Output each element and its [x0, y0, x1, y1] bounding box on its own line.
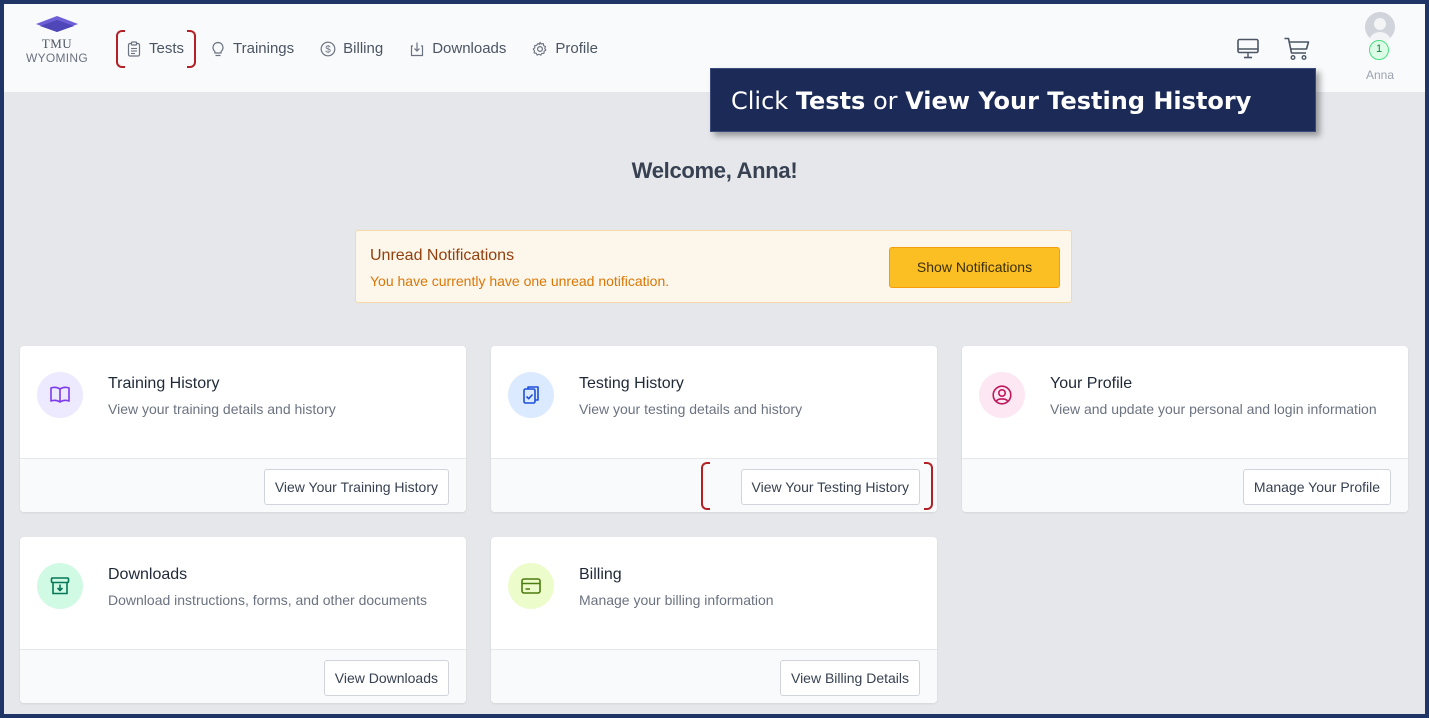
- archive-download-icon: [37, 563, 83, 609]
- download-box-icon: [411, 42, 424, 56]
- nav-label-downloads: Downloads: [432, 40, 507, 57]
- nav-label-trainings: Trainings: [233, 40, 295, 57]
- book-icon: [37, 372, 83, 418]
- user-circle-icon: [979, 372, 1025, 418]
- notification-count-badge: 1: [1369, 40, 1389, 60]
- card-title: Testing History: [579, 375, 684, 392]
- callout-middle: or: [865, 87, 906, 115]
- avatar: [1365, 12, 1395, 42]
- cart-icon[interactable]: [1283, 36, 1311, 62]
- user-silhouette-icon: [1369, 18, 1391, 42]
- view-testing-history-button[interactable]: View Your Testing History: [740, 469, 920, 505]
- callout-prefix: Click: [731, 87, 796, 115]
- clipboard-icon: [127, 40, 141, 57]
- monitor-icon[interactable]: [1236, 38, 1260, 60]
- view-billing-details-button[interactable]: View Billing Details: [779, 660, 920, 696]
- clipboard-check-icon: [508, 372, 554, 418]
- card-title: Downloads: [108, 566, 188, 583]
- nav-item-trainings[interactable]: Trainings: [210, 40, 294, 57]
- view-downloads-button[interactable]: View Downloads: [323, 660, 449, 696]
- highlight-bracket-left: [701, 462, 710, 510]
- callout-bold-history: View Your Testing History: [905, 87, 1252, 115]
- card-downloads: Downloads Download instructions, forms, …: [20, 537, 466, 703]
- unread-notifications-banner: Unread Notifications You have currently …: [355, 230, 1072, 303]
- view-training-history-button[interactable]: View Your Training History: [263, 469, 449, 505]
- user-name: Anna: [1365, 68, 1395, 82]
- lightbulb-icon: [212, 41, 224, 56]
- logo[interactable]: TMU WYOMING: [22, 16, 92, 65]
- card-title: Training History: [108, 375, 220, 392]
- card-description: View your training details and history: [108, 401, 336, 417]
- card-training-history: Training History View your training deta…: [20, 346, 466, 512]
- nav-item-profile[interactable]: Profile: [532, 40, 598, 57]
- notification-title: Unread Notifications: [370, 247, 515, 264]
- nav-label-tests: Tests: [149, 40, 185, 57]
- welcome-heading: Welcome, Anna!: [631, 158, 798, 183]
- logo-line-1: TMU: [41, 36, 73, 51]
- app-frame: TMU WYOMING Tests Trainings $ Billing Do…: [0, 0, 1429, 718]
- main-nav: Tests Trainings $ Billing Downloads Prof…: [126, 40, 624, 57]
- nav-label-profile: Profile: [555, 40, 598, 57]
- card-title: Billing: [579, 566, 622, 583]
- credit-card-icon: [508, 563, 554, 609]
- card-title: Your Profile: [1050, 375, 1133, 392]
- gear-icon: [533, 41, 547, 56]
- dollar-circle-icon: $: [320, 41, 336, 56]
- show-notifications-button[interactable]: Show Notifications: [889, 247, 1060, 288]
- card-description: Manage your billing information: [579, 592, 774, 608]
- highlight-bracket-right: [187, 30, 196, 68]
- highlight-bracket-left: [116, 30, 125, 68]
- card-description: Download instructions, forms, and other …: [108, 592, 428, 608]
- card-testing-history: Testing History View your testing detail…: [491, 346, 937, 512]
- nav-item-billing[interactable]: $ Billing: [320, 40, 383, 57]
- nav-item-tests[interactable]: Tests: [126, 40, 184, 57]
- callout-bold-tests: Tests: [795, 87, 866, 115]
- highlight-bracket-right: [924, 462, 933, 510]
- notification-message: You have currently have one unread notif…: [370, 273, 670, 289]
- logo-line-2: WYOMING: [25, 51, 89, 65]
- card-description: View and update your personal and login …: [1050, 401, 1377, 417]
- card-description: View your testing details and history: [579, 401, 803, 417]
- nav-item-downloads[interactable]: Downloads: [409, 40, 506, 57]
- svg-text:$: $: [325, 44, 331, 55]
- nav-label-billing: Billing: [343, 40, 384, 57]
- user-avatar[interactable]: [1360, 12, 1400, 42]
- card-billing: Billing Manage your billing information …: [491, 537, 937, 703]
- manage-your-profile-button[interactable]: Manage Your Profile: [1242, 469, 1391, 505]
- instruction-callout: Click Tests or View Your Testing History: [710, 68, 1316, 132]
- card-your-profile: Your Profile View and update your person…: [962, 346, 1408, 512]
- graduation-cap-icon: [36, 16, 78, 32]
